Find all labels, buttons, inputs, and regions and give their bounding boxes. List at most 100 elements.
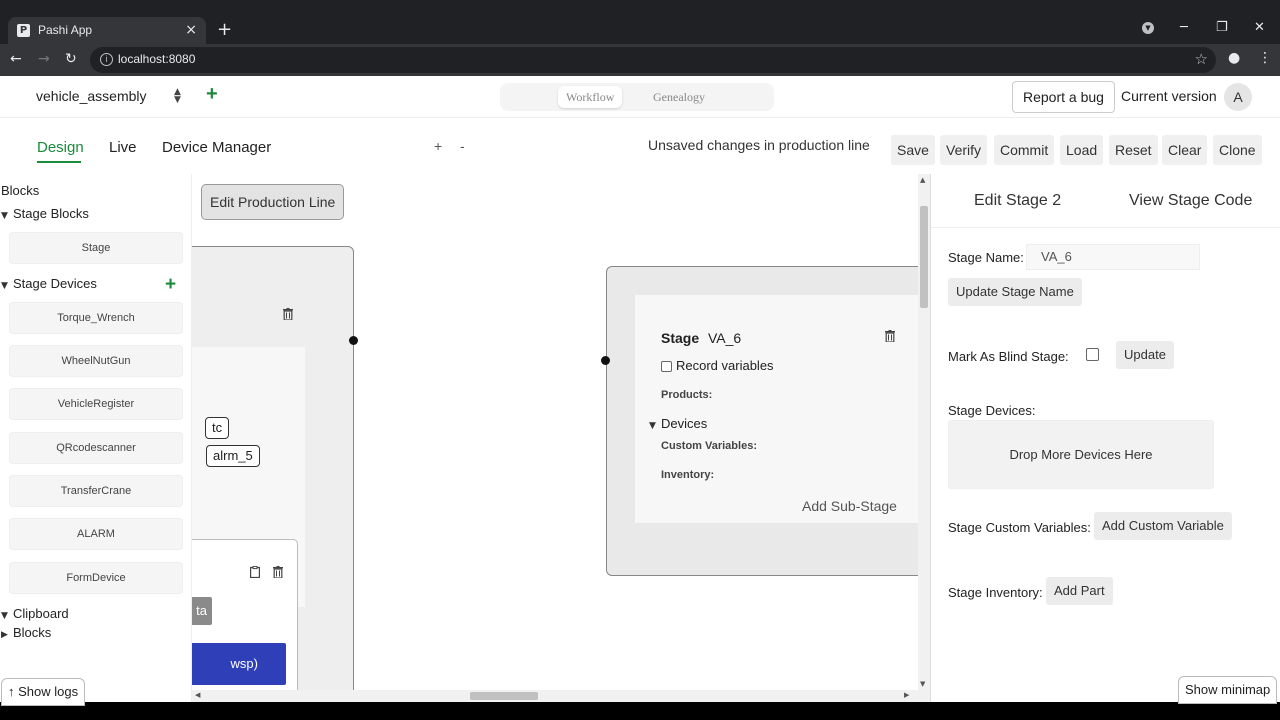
wsp-device-button[interactable]: wsp) — [192, 643, 286, 685]
clipboard-blocks-heading[interactable]: ▶ Blocks — [1, 625, 51, 640]
active-tab-underline — [37, 161, 81, 163]
device-item[interactable]: QRcodescanner — [9, 432, 183, 464]
sub-stage-button[interactable]: ta — [192, 597, 212, 625]
expanded-triangle-icon: ▼ — [649, 421, 656, 431]
bookmark-star-icon[interactable]: ☆ — [1195, 50, 1208, 68]
workflow-canvas[interactable]: Edit Production Line tc alrm_5 ta wsp) S… — [192, 174, 918, 702]
browser-tab[interactable]: P Pashi App × — [8, 17, 206, 44]
delete-trash-icon[interactable] — [283, 308, 293, 320]
clipboard-heading[interactable]: ▼ Clipboard — [1, 606, 69, 621]
url-text: localhost:8080 — [118, 52, 196, 66]
menu-kebab-icon[interactable]: ⋮ — [1258, 50, 1272, 66]
restore-icon[interactable]: ❐ — [1216, 20, 1228, 35]
verify-button[interactable]: Verify — [940, 135, 988, 165]
canvas-horizontal-scrollbar[interactable]: ◀ ▶ — [192, 690, 918, 702]
design-toolbar: Design Live Device Manager + - Unsaved c… — [0, 118, 1280, 174]
blind-stage-label: Mark As Blind Stage: — [948, 349, 1069, 364]
stage-name: VA_6 — [708, 330, 742, 346]
devices-toggle[interactable]: ▼ Devices — [649, 416, 707, 431]
scroll-left-icon[interactable]: ◀ — [195, 691, 200, 699]
reload-icon[interactable]: ↻ — [65, 51, 77, 67]
reset-button[interactable]: Reset — [1109, 135, 1158, 165]
delete-trash-icon[interactable] — [885, 330, 895, 342]
connection-handle[interactable] — [349, 336, 358, 345]
app-root: vehicle_assembly ▲ ▼ + Workflow Genealogy… — [0, 76, 1280, 706]
scroll-down-icon[interactable]: ▼ — [920, 680, 925, 688]
zoom-in-button[interactable]: + — [434, 138, 442, 154]
stage-name-input[interactable]: VA_6 — [1026, 244, 1200, 270]
add-part-button[interactable]: Add Part — [1046, 577, 1113, 605]
show-minimap-button[interactable]: Show minimap — [1178, 676, 1278, 704]
blocks-sidebar: Blocks ▼ Stage Blocks Stage ▼ Stage Device… — [0, 174, 192, 706]
device-item[interactable]: ALARM — [9, 518, 183, 550]
avatar[interactable]: A — [1224, 83, 1252, 111]
minimize-icon[interactable]: ─ — [1180, 20, 1188, 35]
report-bug-button[interactable]: Report a bug — [1012, 81, 1115, 113]
production-line-select[interactable]: vehicle_assembly — [36, 88, 147, 104]
add-device-icon[interactable]: + — [165, 274, 176, 296]
url-field[interactable]: i localhost:8080 ☆ — [90, 47, 1216, 73]
forward-icon[interactable]: → — [38, 51, 50, 67]
scroll-thumb[interactable] — [920, 206, 928, 308]
copy-clipboard-icon[interactable] — [250, 566, 260, 578]
device-item[interactable]: FormDevice — [9, 562, 183, 594]
blind-stage-checkbox[interactable] — [1086, 348, 1099, 361]
stage-label: Stage — [661, 330, 700, 346]
tab-title: Pashi App — [38, 23, 93, 37]
scroll-thumb[interactable] — [470, 692, 538, 700]
zoom-out-button[interactable]: - — [460, 138, 465, 154]
tab-live[interactable]: Live — [109, 139, 137, 156]
inventory-label: Inventory: — [661, 469, 715, 481]
block-stage[interactable]: Stage — [9, 232, 183, 264]
products-label: Products: — [661, 389, 713, 401]
close-window-icon[interactable]: ✕ — [1254, 20, 1265, 35]
profile-dropdown-icon[interactable]: ▼ — [1142, 22, 1154, 34]
show-logs-button[interactable]: ↑ Show logs — [1, 678, 86, 706]
custom-variables-label: Stage Custom Variables: — [948, 520, 1091, 535]
new-tab-icon[interactable]: + — [217, 19, 232, 40]
load-button[interactable]: Load — [1060, 135, 1104, 165]
device-item[interactable]: VehicleRegister — [9, 388, 183, 420]
update-stage-name-button[interactable]: Update Stage Name — [948, 278, 1082, 306]
clipboard-blocks-label: Blocks — [13, 625, 52, 640]
device-chip-tc[interactable]: tc — [205, 417, 230, 439]
clear-button[interactable]: Clear — [1162, 135, 1208, 165]
stage-devices-heading[interactable]: ▼ Stage Devices — [1, 276, 97, 291]
tab-edit-stage[interactable]: Edit Stage 2 — [974, 192, 1061, 210]
stage-inventory-label: Stage Inventory: — [948, 585, 1043, 600]
record-variables-checkbox[interactable] — [661, 361, 672, 372]
edit-production-line-button[interactable]: Edit Production Line — [201, 184, 345, 220]
device-item[interactable]: WheelNutGun — [9, 345, 183, 377]
device-drop-zone[interactable]: Drop More Devices Here — [948, 420, 1214, 489]
device-item[interactable]: Torque_Wrench — [9, 302, 183, 334]
add-sub-stage-button[interactable]: Add Sub-Stage — [802, 498, 897, 514]
stage-node-va6[interactable]: Stage VA_6 Record variables Products: ▼ D… — [606, 266, 918, 576]
stage-blocks-heading[interactable]: ▼ Stage Blocks — [1, 206, 89, 221]
canvas-vertical-scrollbar[interactable]: ▲ ▼ — [918, 174, 930, 702]
device-item[interactable]: TransferCrane — [9, 475, 183, 507]
workflow-view-option[interactable]: Workflow — [558, 86, 623, 108]
device-chip-alrm[interactable]: alrm_5 — [206, 445, 260, 467]
current-version-label[interactable]: Current version — [1121, 88, 1217, 104]
commit-button[interactable]: Commit — [994, 135, 1055, 165]
update-blind-button[interactable]: Update — [1116, 341, 1174, 369]
clone-button[interactable]: Clone — [1213, 135, 1262, 165]
save-button[interactable]: Save — [891, 135, 935, 165]
tab-device-manager[interactable]: Device Manager — [162, 139, 271, 156]
site-info-icon[interactable]: i — [100, 53, 113, 66]
add-production-line-icon[interactable]: + — [206, 83, 218, 106]
add-custom-variable-button[interactable]: Add Custom Variable — [1094, 512, 1232, 540]
connection-handle[interactable] — [601, 356, 610, 365]
tab-close-icon[interactable]: × — [185, 22, 197, 38]
tab-design[interactable]: Design — [37, 139, 84, 156]
delete-trash-icon[interactable] — [273, 566, 283, 578]
devices-label: Devices — [661, 416, 708, 431]
select-updown-icon[interactable]: ▲ ▼ — [174, 88, 181, 105]
account-icon[interactable]: ● — [1228, 50, 1240, 66]
collapsed-triangle-icon: ▶ — [1, 630, 8, 640]
scroll-right-icon[interactable]: ▶ — [904, 691, 909, 699]
genealogy-view-option[interactable]: Genealogy — [645, 86, 713, 108]
scroll-up-icon[interactable]: ▲ — [920, 176, 925, 184]
tab-view-stage-code[interactable]: View Stage Code — [1129, 192, 1252, 210]
back-icon[interactable]: ← — [10, 51, 22, 67]
